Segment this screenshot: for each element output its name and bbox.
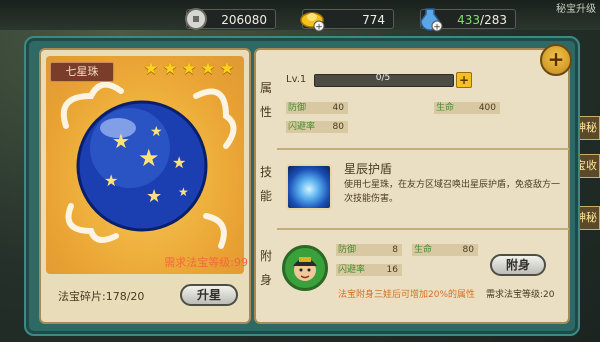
stat-key: 防御 <box>338 245 357 255</box>
attach-button[interactable]: 附身 <box>490 254 546 276</box>
gold-ingot-icon: + <box>300 12 325 33</box>
stat-value: 16 <box>386 265 398 275</box>
stat-hp: 生命 400 <box>434 102 500 114</box>
xp-text: 0/5 <box>375 73 391 83</box>
attach-stat-dodge: 闪避率 16 <box>336 264 402 276</box>
svg-text:★: ★ <box>104 171 118 190</box>
required-level: 需求法宝等级:99 <box>164 256 248 269</box>
skill-description: 使用七星珠，在友方区域召唤出星辰护盾，免疫敌方一次技能伤害。 <box>344 180 561 204</box>
star-icon: ★ <box>181 59 197 79</box>
svg-text:+: + <box>315 23 323 33</box>
item-art: ★ ★ ★ ★ ★ ★ ★ <box>46 56 244 274</box>
star-rating: ★ ★ ★ ★ ★ <box>142 60 236 80</box>
gold-value: 774 <box>362 13 385 27</box>
attach-note: 法宝附身三娃后可增加20%的属性 <box>338 290 476 300</box>
stat-key: 生命 <box>414 245 433 255</box>
stat-key: 防御 <box>288 103 307 113</box>
fragment-count: 法宝碎片:178/20 <box>58 290 145 303</box>
silver-coin-icon <box>185 8 207 30</box>
stat-key: 生命 <box>436 103 455 113</box>
gold-counter[interactable]: + 774 <box>300 9 394 33</box>
item-level: Lv.1 <box>286 74 307 85</box>
attach-stat-hp: 生命 80 <box>412 244 478 256</box>
svg-text:★: ★ <box>178 185 189 199</box>
svg-text:★: ★ <box>146 186 162 207</box>
character-portrait[interactable] <box>282 245 328 291</box>
svg-text:★: ★ <box>138 144 160 172</box>
star-icon: ★ <box>162 59 178 79</box>
upgrade-star-button[interactable]: 升星 <box>180 284 238 306</box>
energy-potion-icon: + <box>420 8 443 33</box>
seven-star-orb-image: ★ ★ ★ ★ ★ ★ ★ <box>60 81 237 249</box>
stat-value: 40 <box>332 103 344 113</box>
divider <box>277 148 569 150</box>
svg-text:★: ★ <box>172 153 186 172</box>
stat-dodge: 闪避率 80 <box>286 121 348 133</box>
energy-max: /283 <box>480 13 507 27</box>
svg-text:★: ★ <box>112 129 130 153</box>
svg-text:★: ★ <box>150 124 163 140</box>
close-button[interactable]: + <box>540 44 572 76</box>
stat-defense: 防御 40 <box>286 102 348 114</box>
item-name: 七星珠 <box>50 62 114 82</box>
svg-text:+: + <box>433 23 441 33</box>
skill-name: 星辰护盾 <box>344 162 393 176</box>
silver-counter: 206080 <box>185 8 276 30</box>
stat-key: 闪避率 <box>288 122 316 132</box>
star-icon: ★ <box>143 59 159 79</box>
energy-counter[interactable]: + 433/283 <box>420 8 516 33</box>
corner-title: 秘宝升级 <box>556 4 596 15</box>
skill-shield-icon[interactable] <box>286 164 332 210</box>
attach-label: 附身 <box>259 249 272 287</box>
stat-value: 80 <box>332 122 344 132</box>
attributes-label: 属性 <box>259 81 272 119</box>
skill-label: 技能 <box>259 165 272 203</box>
silver-value: 206080 <box>221 13 267 27</box>
stat-value: 400 <box>478 103 496 113</box>
divider <box>277 228 569 230</box>
star-icon: ★ <box>219 59 235 79</box>
stat-key: 闪避率 <box>338 265 366 275</box>
star-icon: ★ <box>200 59 216 79</box>
character-avatar-icon <box>293 257 317 281</box>
energy-current: 433 <box>457 13 481 27</box>
attach-required-level: 需求法宝等级:20 <box>486 290 555 300</box>
stat-value: 8 <box>392 245 398 255</box>
attach-stat-defense: 防御 8 <box>336 244 402 256</box>
add-xp-button[interactable]: + <box>456 72 472 88</box>
plus-close-icon: + <box>547 47 565 71</box>
stat-value: 80 <box>462 245 474 255</box>
